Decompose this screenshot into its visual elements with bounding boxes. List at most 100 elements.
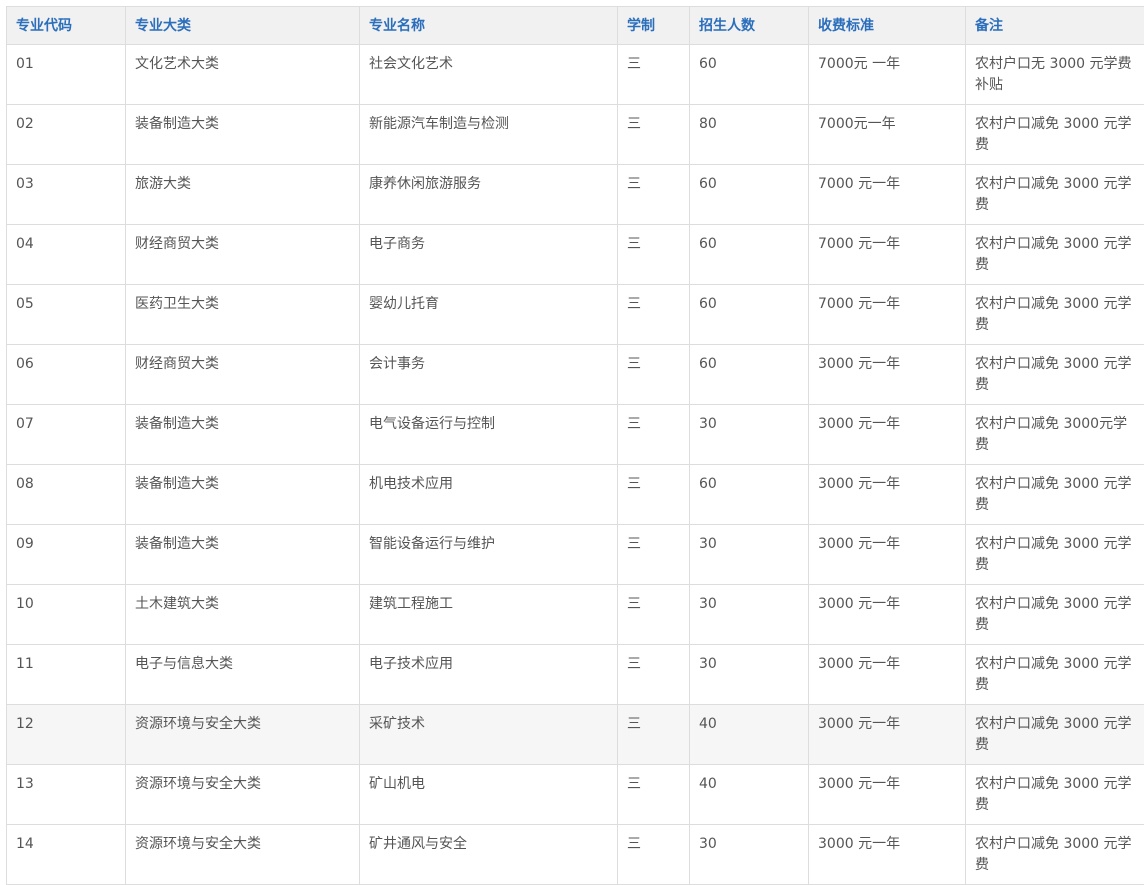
cell-major-category: 装备制造大类 (126, 465, 360, 525)
cell-major-name: 新能源汽车制造与检测 (360, 105, 618, 165)
table-row: 02装备制造大类新能源汽车制造与检测三807000元一年农村户口减免 3000 … (7, 105, 1144, 165)
cell-duration: 三 (618, 405, 690, 465)
cell-enrollment: 60 (690, 225, 809, 285)
table-row: 06财经商贸大类会计事务三603000 元一年农村户口减免 3000 元学费 (7, 345, 1144, 405)
cell-duration: 三 (618, 105, 690, 165)
header-major-code: 专业代码 (7, 7, 126, 45)
cell-enrollment: 30 (690, 525, 809, 585)
cell-major-name: 电子技术应用 (360, 645, 618, 705)
cell-major-category: 装备制造大类 (126, 525, 360, 585)
table-row: 08装备制造大类机电技术应用三603000 元一年农村户口减免 3000 元学费 (7, 465, 1144, 525)
cell-major-category: 旅游大类 (126, 165, 360, 225)
cell-duration: 三 (618, 345, 690, 405)
cell-fee: 7000 元一年 (809, 165, 966, 225)
cell-major-category: 装备制造大类 (126, 105, 360, 165)
cell-enrollment: 30 (690, 645, 809, 705)
cell-enrollment: 40 (690, 765, 809, 825)
cell-major-category: 资源环境与安全大类 (126, 825, 360, 885)
cell-fee: 7000 元一年 (809, 285, 966, 345)
cell-major-name: 机电技术应用 (360, 465, 618, 525)
cell-fee: 3000 元一年 (809, 465, 966, 525)
cell-remarks: 农村户口减免 3000 元学费 (966, 705, 1144, 765)
table-header: 专业代码 专业大类 专业名称 学制 招生人数 收费标准 备注 (7, 7, 1144, 45)
cell-duration: 三 (618, 525, 690, 585)
enrollment-table: 专业代码 专业大类 专业名称 学制 招生人数 收费标准 备注 01文化艺术大类社… (6, 6, 1144, 885)
cell-remarks: 农村户口减免 3000 元学费 (966, 285, 1144, 345)
cell-major-code: 14 (7, 825, 126, 885)
cell-major-code: 11 (7, 645, 126, 705)
cell-major-name: 建筑工程施工 (360, 585, 618, 645)
cell-major-category: 财经商贸大类 (126, 225, 360, 285)
table-row: 03旅游大类康养休闲旅游服务三607000 元一年农村户口减免 3000 元学费 (7, 165, 1144, 225)
cell-duration: 三 (618, 45, 690, 105)
table-row: 04财经商贸大类电子商务三607000 元一年农村户口减免 3000 元学费 (7, 225, 1144, 285)
table-row: 01文化艺术大类社会文化艺术三607000元 一年农村户口无 3000 元学费补… (7, 45, 1144, 105)
table-row: 13资源环境与安全大类矿山机电三403000 元一年农村户口减免 3000 元学… (7, 765, 1144, 825)
cell-fee: 3000 元一年 (809, 765, 966, 825)
cell-fee: 7000元 一年 (809, 45, 966, 105)
header-fee: 收费标准 (809, 7, 966, 45)
cell-fee: 3000 元一年 (809, 825, 966, 885)
cell-major-name: 婴幼儿托育 (360, 285, 618, 345)
cell-remarks: 农村户口减免 3000 元学费 (966, 645, 1144, 705)
cell-major-name: 矿井通风与安全 (360, 825, 618, 885)
cell-remarks: 农村户口减免 3000元学费 (966, 405, 1144, 465)
cell-fee: 7000 元一年 (809, 225, 966, 285)
cell-major-name: 康养休闲旅游服务 (360, 165, 618, 225)
cell-fee: 3000 元一年 (809, 705, 966, 765)
cell-major-code: 08 (7, 465, 126, 525)
cell-major-name: 电子商务 (360, 225, 618, 285)
cell-fee: 7000元一年 (809, 105, 966, 165)
cell-major-code: 03 (7, 165, 126, 225)
cell-remarks: 农村户口减免 3000 元学费 (966, 105, 1144, 165)
header-major-name: 专业名称 (360, 7, 618, 45)
cell-major-code: 06 (7, 345, 126, 405)
cell-remarks: 农村户口减免 3000 元学费 (966, 465, 1144, 525)
cell-major-code: 05 (7, 285, 126, 345)
cell-fee: 3000 元一年 (809, 405, 966, 465)
cell-remarks: 农村户口减免 3000 元学费 (966, 225, 1144, 285)
table-row: 11电子与信息大类电子技术应用三303000 元一年农村户口减免 3000 元学… (7, 645, 1144, 705)
cell-major-code: 12 (7, 705, 126, 765)
table-row: 07装备制造大类电气设备运行与控制三303000 元一年农村户口减免 3000元… (7, 405, 1144, 465)
cell-enrollment: 60 (690, 45, 809, 105)
cell-fee: 3000 元一年 (809, 585, 966, 645)
cell-remarks: 农村户口减免 3000 元学费 (966, 165, 1144, 225)
header-duration: 学制 (618, 7, 690, 45)
cell-enrollment: 60 (690, 465, 809, 525)
cell-duration: 三 (618, 705, 690, 765)
cell-enrollment: 60 (690, 285, 809, 345)
cell-remarks: 农村户口减免 3000 元学费 (966, 825, 1144, 885)
cell-duration: 三 (618, 225, 690, 285)
cell-major-category: 资源环境与安全大类 (126, 705, 360, 765)
cell-major-name: 采矿技术 (360, 705, 618, 765)
cell-enrollment: 30 (690, 585, 809, 645)
cell-major-category: 装备制造大类 (126, 405, 360, 465)
cell-duration: 三 (618, 285, 690, 345)
cell-remarks: 农村户口减免 3000 元学费 (966, 345, 1144, 405)
cell-enrollment: 40 (690, 705, 809, 765)
cell-fee: 3000 元一年 (809, 345, 966, 405)
cell-major-category: 电子与信息大类 (126, 645, 360, 705)
cell-duration: 三 (618, 645, 690, 705)
cell-major-code: 07 (7, 405, 126, 465)
cell-major-code: 10 (7, 585, 126, 645)
cell-major-name: 矿山机电 (360, 765, 618, 825)
cell-major-category: 资源环境与安全大类 (126, 765, 360, 825)
cell-major-name: 电气设备运行与控制 (360, 405, 618, 465)
cell-major-category: 土木建筑大类 (126, 585, 360, 645)
header-row: 专业代码 专业大类 专业名称 学制 招生人数 收费标准 备注 (7, 7, 1144, 45)
cell-enrollment: 30 (690, 405, 809, 465)
header-enrollment: 招生人数 (690, 7, 809, 45)
cell-major-code: 04 (7, 225, 126, 285)
cell-duration: 三 (618, 825, 690, 885)
table-row: 09装备制造大类智能设备运行与维护三303000 元一年农村户口减免 3000 … (7, 525, 1144, 585)
header-major-category: 专业大类 (126, 7, 360, 45)
cell-major-category: 医药卫生大类 (126, 285, 360, 345)
cell-duration: 三 (618, 165, 690, 225)
table-row: 05医药卫生大类婴幼儿托育三607000 元一年农村户口减免 3000 元学费 (7, 285, 1144, 345)
table-body: 01文化艺术大类社会文化艺术三607000元 一年农村户口无 3000 元学费补… (7, 45, 1144, 885)
cell-major-code: 01 (7, 45, 126, 105)
cell-major-code: 13 (7, 765, 126, 825)
cell-major-name: 会计事务 (360, 345, 618, 405)
